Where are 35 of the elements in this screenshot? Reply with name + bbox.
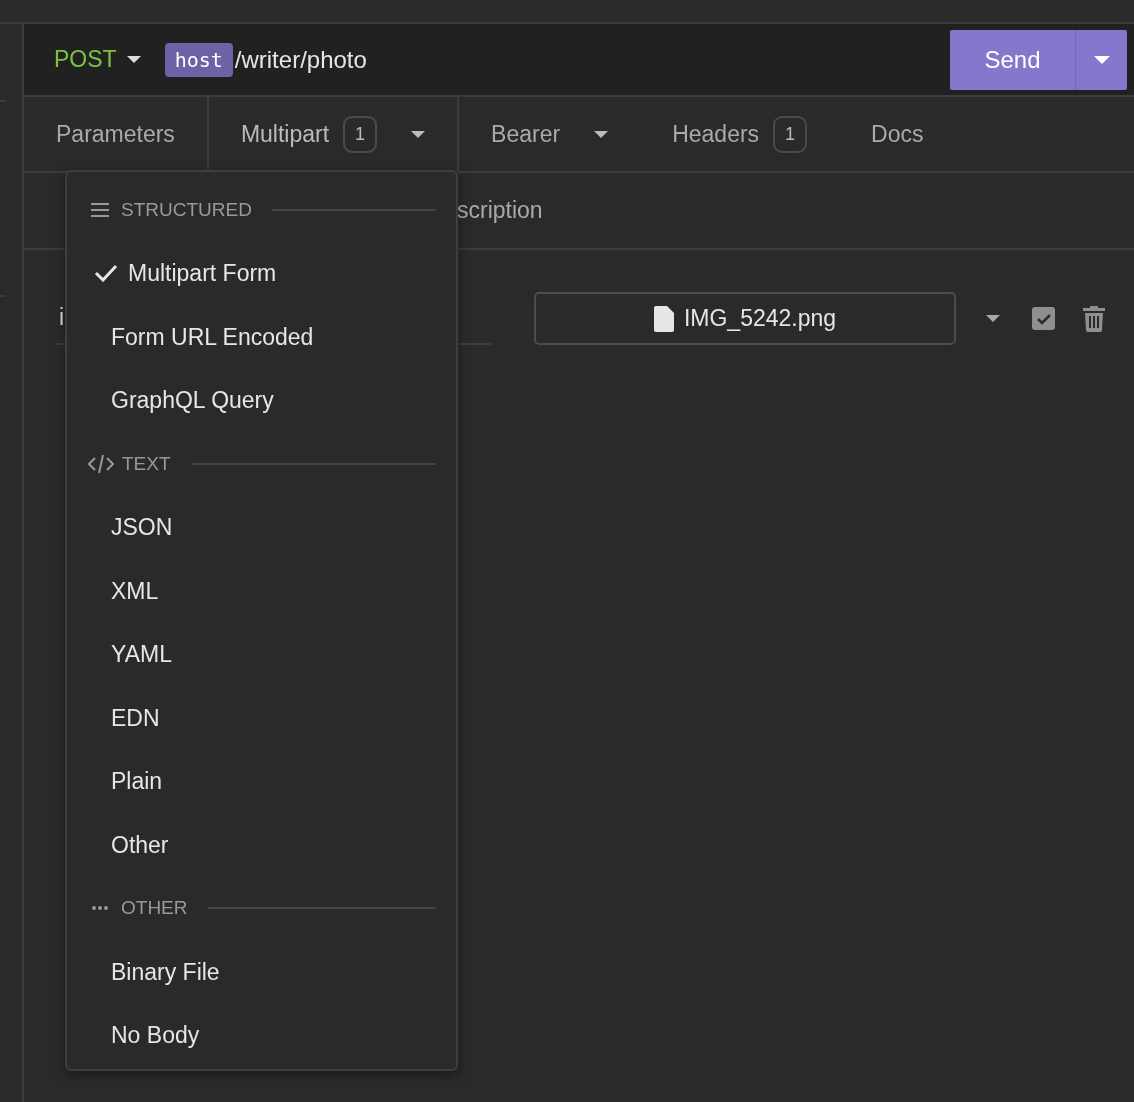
host-variable-tag[interactable]: host xyxy=(164,42,233,77)
menu-item[interactable]: Plain xyxy=(67,749,456,813)
check-icon xyxy=(1036,312,1051,325)
menu-item[interactable]: GraphQL Query xyxy=(67,368,456,432)
section-heading: OTHER xyxy=(121,896,188,920)
menu-item[interactable]: YAML xyxy=(67,622,456,686)
send-options-button[interactable] xyxy=(1075,29,1127,90)
more-icon xyxy=(91,905,109,912)
menu-item[interactable]: Binary File xyxy=(67,940,456,1004)
section-heading: STRUCTURED xyxy=(121,197,252,222)
menu-item[interactable]: XML xyxy=(67,559,456,623)
trash-icon[interactable] xyxy=(1083,305,1105,332)
menu-item[interactable]: JSON xyxy=(67,495,456,559)
caret-icon xyxy=(126,56,141,63)
menu-item[interactable]: No Body xyxy=(67,1003,456,1067)
menu-icon xyxy=(91,201,109,218)
tab-label[interactable]: scription xyxy=(457,193,543,228)
send-button[interactable]: Send xyxy=(950,29,1075,90)
tab[interactable]: Headers 1 xyxy=(640,97,840,173)
url-path[interactable]: /writer/photo xyxy=(234,41,367,78)
section-heading: TEXT xyxy=(122,451,171,476)
caret-icon xyxy=(986,315,1000,322)
menu-item[interactable]: Form URL Encoded xyxy=(67,305,456,369)
file-icon xyxy=(653,305,674,332)
count-badge: 1 xyxy=(773,115,808,153)
tab[interactable]: Bearer xyxy=(459,97,641,173)
code-icon xyxy=(88,453,114,474)
menu-item[interactable]: EDN xyxy=(67,686,456,750)
checkbox[interactable] xyxy=(1032,307,1055,330)
file-button[interactable]: IMG_5242.png xyxy=(534,292,956,345)
count-badge: 1 xyxy=(343,115,378,153)
tab[interactable]: Docs xyxy=(839,97,956,173)
method-dropdown[interactable]: POST xyxy=(54,42,141,77)
menu-item[interactable]: Other xyxy=(67,813,456,877)
menu-item[interactable]: Multipart Form xyxy=(67,241,456,305)
